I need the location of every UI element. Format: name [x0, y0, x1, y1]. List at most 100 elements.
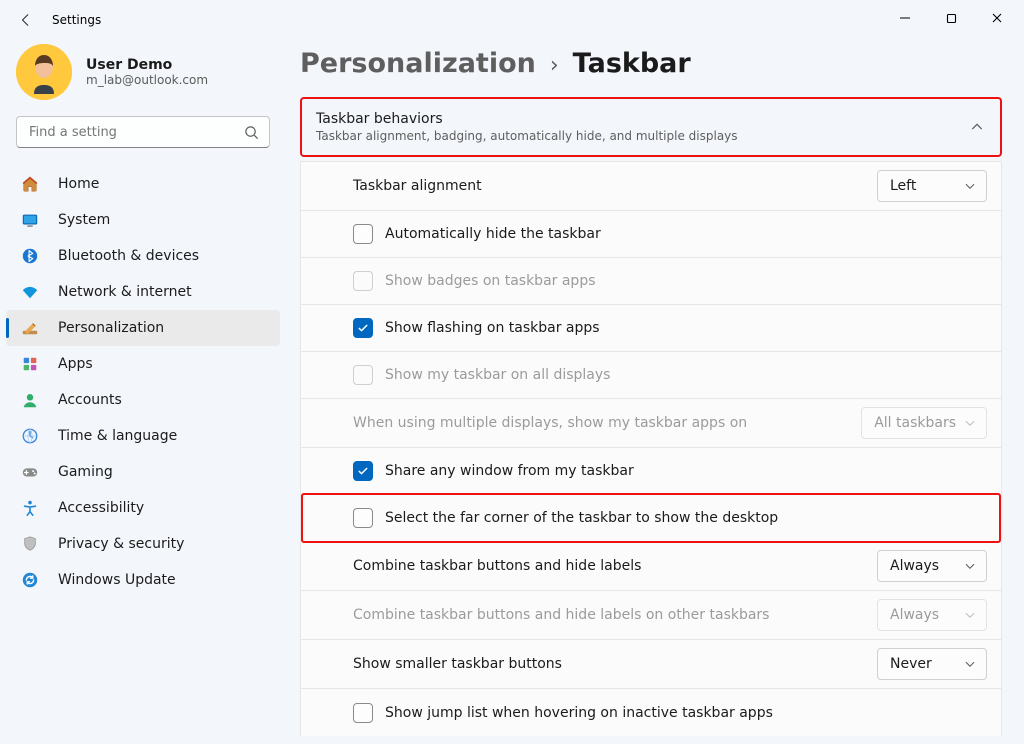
sidebar-item-label: Apps — [58, 356, 93, 372]
show-badges-checkbox — [353, 271, 373, 291]
row-auto-hide[interactable]: Automatically hide the taskbar — [300, 211, 1002, 258]
chevron-down-icon — [964, 658, 976, 670]
accounts-icon — [20, 390, 40, 410]
time-language-icon — [20, 426, 40, 446]
back-button[interactable] — [16, 10, 36, 30]
sidebar-item-label: Personalization — [58, 320, 164, 336]
sidebar-item-system[interactable]: System — [6, 202, 280, 238]
apps-icon — [20, 354, 40, 374]
row-label: Show smaller taskbar buttons — [353, 656, 562, 672]
row-label: Combine taskbar buttons and hide labels — [353, 558, 641, 574]
privacy-icon — [20, 534, 40, 554]
sidebar-item-label: Network & internet — [58, 284, 192, 300]
sidebar-item-home[interactable]: Home — [6, 166, 280, 202]
breadcrumb: Personalization › Taskbar — [300, 48, 1002, 79]
close-button[interactable] — [974, 2, 1020, 34]
window-title: Settings — [52, 13, 101, 27]
chevron-down-icon — [964, 560, 976, 572]
row-label: Show flashing on taskbar apps — [385, 320, 600, 336]
auto-hide-checkbox[interactable] — [353, 224, 373, 244]
row-label: When using multiple displays, show my ta… — [353, 415, 747, 431]
accessibility-icon — [20, 498, 40, 518]
sidebar-item-network[interactable]: Network & internet — [6, 274, 280, 310]
share-window-checkbox[interactable] — [353, 461, 373, 481]
breadcrumb-parent[interactable]: Personalization — [300, 48, 536, 79]
bluetooth-icon — [20, 246, 40, 266]
row-far-corner-desktop[interactable]: Select the far corner of the taskbar to … — [300, 495, 1002, 542]
window-controls — [882, 0, 1020, 40]
row-label: Select the far corner of the taskbar to … — [385, 510, 778, 526]
row-share-window[interactable]: Share any window from my taskbar — [300, 448, 1002, 495]
row-label: Show badges on taskbar apps — [385, 273, 596, 289]
search-icon — [244, 125, 259, 140]
row-combine-other: Combine taskbar buttons and hide labels … — [300, 591, 1002, 640]
row-label: Combine taskbar buttons and hide labels … — [353, 607, 769, 623]
row-show-all-displays: Show my taskbar on all displays — [300, 352, 1002, 399]
search-input[interactable] — [27, 124, 244, 141]
minimize-button[interactable] — [882, 2, 928, 34]
sidebar-item-apps[interactable]: Apps — [6, 346, 280, 382]
show-flashing-checkbox[interactable] — [353, 318, 373, 338]
sidebar-item-personalization[interactable]: Personalization — [6, 310, 280, 346]
row-label: Show jump list when hovering on inactive… — [385, 705, 773, 721]
sidebar-item-time-language[interactable]: Time & language — [6, 418, 280, 454]
smaller-buttons-select[interactable]: Never — [877, 648, 987, 680]
row-label: Show my taskbar on all displays — [385, 367, 610, 383]
chevron-down-icon — [964, 609, 976, 621]
sidebar-item-label: Accessibility — [58, 500, 144, 516]
system-icon — [20, 210, 40, 230]
sidebar-item-accounts[interactable]: Accounts — [6, 382, 280, 418]
jump-list-checkbox[interactable] — [353, 703, 373, 723]
user-email: m_lab@outlook.com — [86, 73, 208, 87]
avatar — [16, 44, 72, 100]
sidebar-item-label: Accounts — [58, 392, 122, 408]
combine-other-select: Always — [877, 599, 987, 631]
sidebar-item-privacy[interactable]: Privacy & security — [6, 526, 280, 562]
sidebar-item-label: System — [58, 212, 110, 228]
network-icon — [20, 282, 40, 302]
row-label: Share any window from my taskbar — [385, 463, 634, 479]
row-jump-list[interactable]: Show jump list when hovering on inactive… — [300, 689, 1002, 736]
select-value: Never — [890, 656, 932, 672]
row-show-flashing[interactable]: Show flashing on taskbar apps — [300, 305, 1002, 352]
title-bar: Settings — [0, 0, 1024, 40]
row-smaller-buttons: Show smaller taskbar buttons Never — [300, 640, 1002, 689]
all-displays-checkbox — [353, 365, 373, 385]
sidebar-item-bluetooth[interactable]: Bluetooth & devices — [6, 238, 280, 274]
home-icon — [20, 174, 40, 194]
chevron-up-icon — [970, 120, 984, 134]
taskbar-behaviors-expander[interactable]: Taskbar behaviors Taskbar alignment, bad… — [300, 97, 1002, 157]
sidebar-item-gaming[interactable]: Gaming — [6, 454, 280, 490]
sidebar-item-accessibility[interactable]: Accessibility — [6, 490, 280, 526]
row-combine-buttons: Combine taskbar buttons and hide labels … — [300, 542, 1002, 591]
chevron-down-icon — [964, 180, 976, 192]
maximize-button[interactable] — [928, 2, 974, 34]
update-icon — [20, 570, 40, 590]
settings-rows: Taskbar alignment Left Automatically hid… — [300, 161, 1002, 736]
taskbar-alignment-select[interactable]: Left — [877, 170, 987, 202]
search-field[interactable] — [16, 116, 270, 148]
sidebar-nav: Home System Bluetooth & devices Network … — [0, 160, 286, 598]
expander-subtitle: Taskbar alignment, badging, automaticall… — [316, 129, 738, 143]
select-value: Left — [890, 178, 916, 194]
page-title: Taskbar — [573, 48, 691, 79]
far-corner-checkbox[interactable] — [353, 508, 373, 528]
expander-title: Taskbar behaviors — [316, 111, 738, 127]
user-info[interactable]: User Demo m_lab@outlook.com — [0, 40, 286, 108]
user-name: User Demo — [86, 57, 208, 73]
combine-buttons-select[interactable]: Always — [877, 550, 987, 582]
sidebar-item-label: Bluetooth & devices — [58, 248, 199, 264]
chevron-right-icon: › — [550, 53, 559, 78]
personalization-icon — [20, 318, 40, 338]
sidebar-item-label: Windows Update — [58, 572, 176, 588]
sidebar-item-update[interactable]: Windows Update — [6, 562, 280, 598]
chevron-down-icon — [964, 417, 976, 429]
multi-display-select: All taskbars — [861, 407, 987, 439]
sidebar-item-label: Time & language — [58, 428, 177, 444]
row-multi-display-apps: When using multiple displays, show my ta… — [300, 399, 1002, 448]
sidebar-item-label: Gaming — [58, 464, 113, 480]
sidebar-item-label: Home — [58, 176, 99, 192]
row-taskbar-alignment: Taskbar alignment Left — [300, 161, 1002, 211]
row-label: Automatically hide the taskbar — [385, 226, 601, 242]
select-value: Always — [890, 607, 939, 623]
